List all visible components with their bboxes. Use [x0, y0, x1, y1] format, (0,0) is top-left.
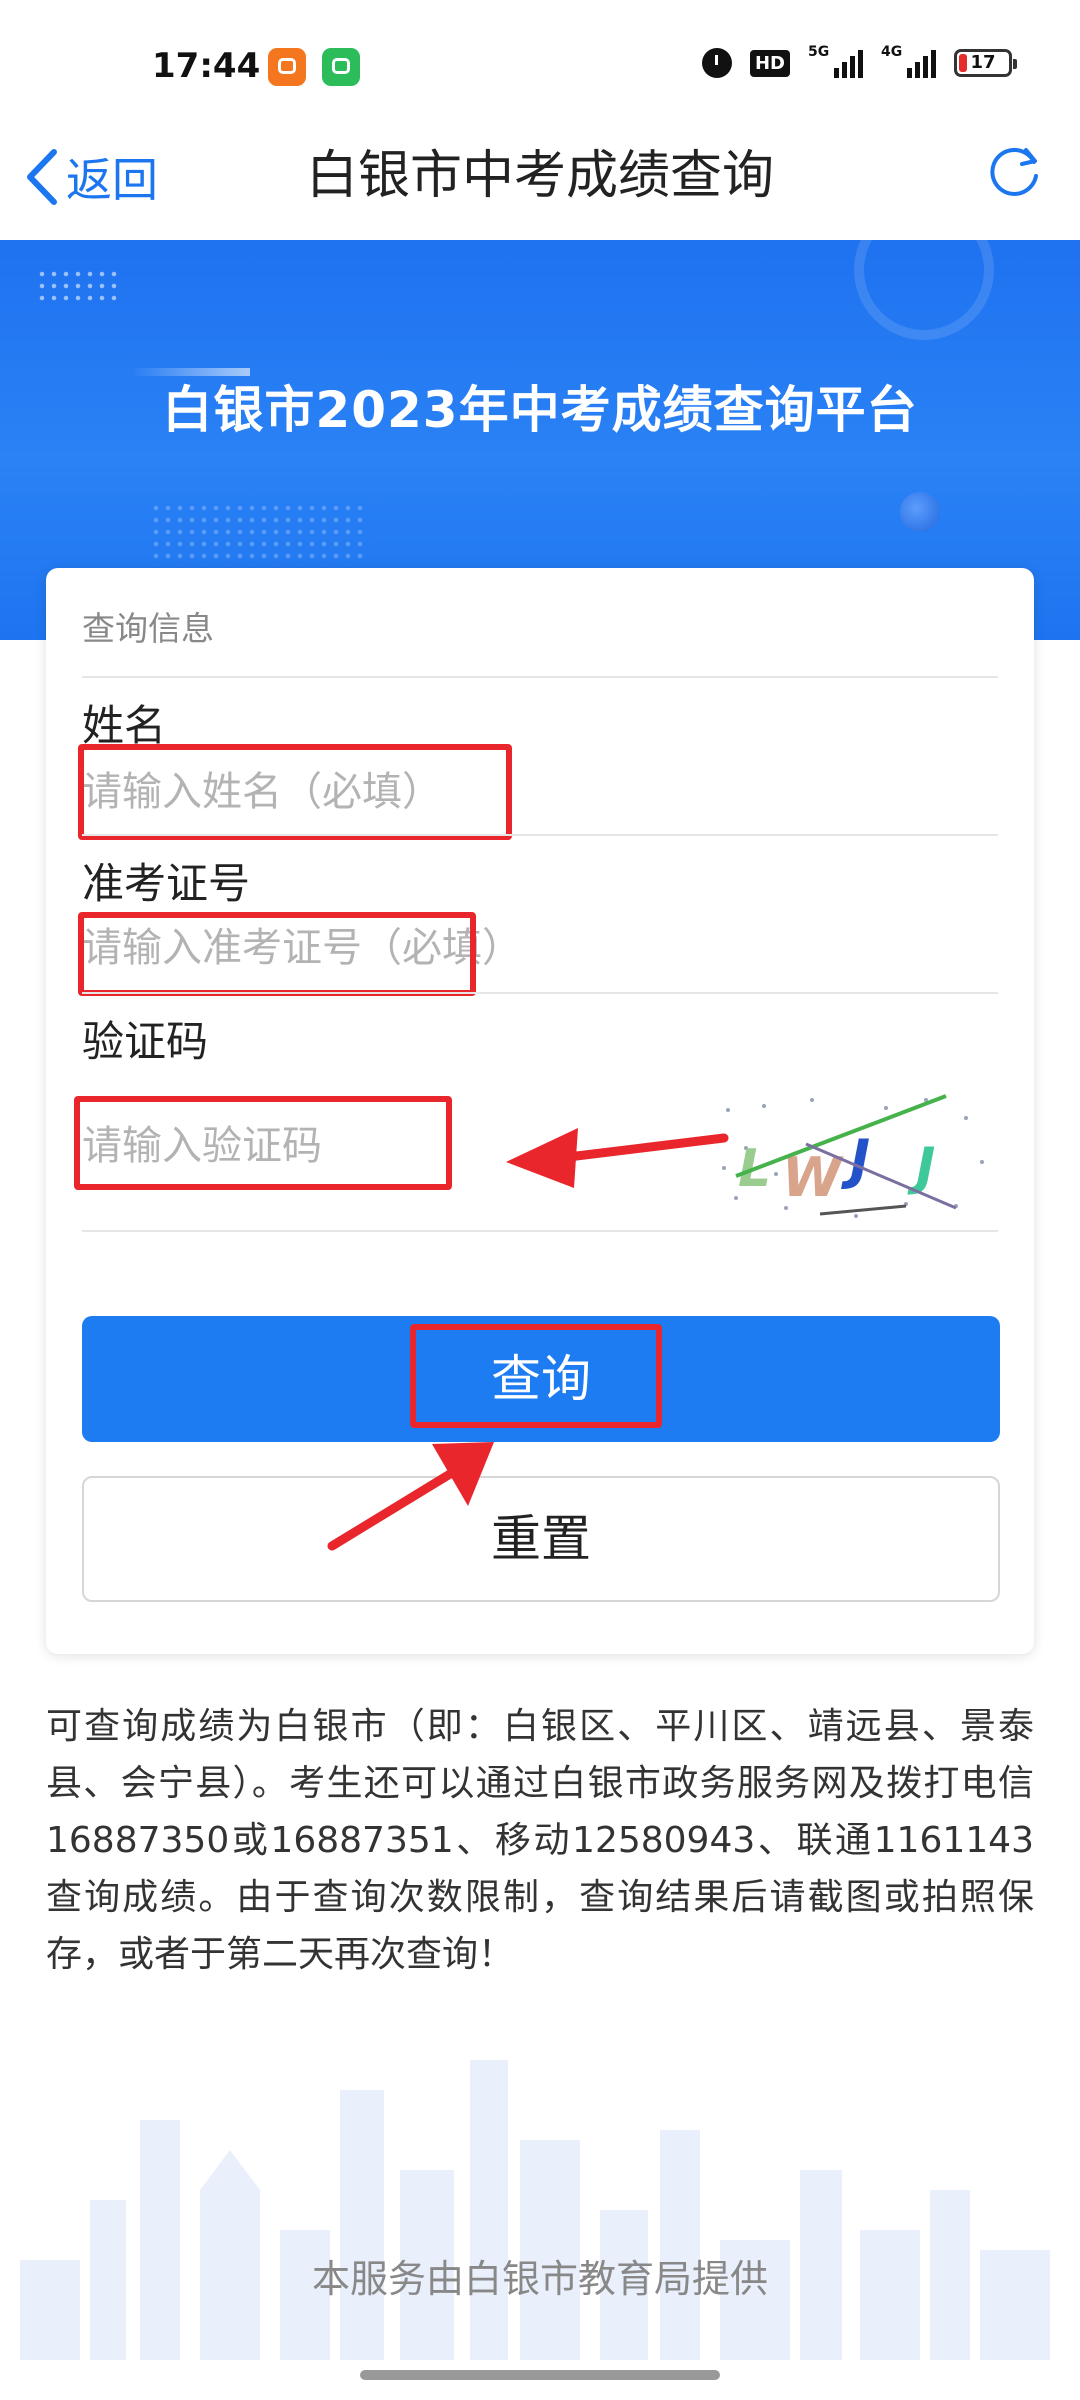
annotation-box — [78, 744, 512, 840]
nav-bar: 白银市中考成绩查询 返回 — [0, 130, 1080, 240]
captcha-label: 验证码 — [82, 1017, 209, 1066]
divider — [82, 992, 998, 994]
divider — [82, 1230, 998, 1232]
back-label: 返回 — [66, 153, 158, 207]
banner-decoration — [854, 240, 994, 340]
page-title: 白银市中考成绩查询 — [305, 146, 774, 206]
alarm-icon — [701, 48, 732, 78]
battery-level: 17 — [970, 52, 996, 73]
description-text: 可查询成绩为白银市（即：白银区、平川区、靖远县、景泰县、会宁县）。考生还可以通过… — [46, 1706, 1034, 1975]
annotation-box — [78, 912, 476, 996]
refresh-icon — [990, 147, 1038, 196]
annotation-box — [410, 1324, 662, 1428]
reset-button[interactable]: 重置 — [82, 1476, 1000, 1602]
message-app-icon — [322, 48, 360, 86]
banner-decoration — [36, 268, 120, 304]
banner-title: 白银市2023年中考成绩查询平台 — [162, 381, 918, 439]
status-bar: 17:44 HD 5G 4G 17 — [0, 0, 1080, 130]
ticket-label: 准考证号 — [82, 859, 251, 908]
status-indicators: HD 5G 4G 17 — [701, 44, 1017, 78]
footer-text: 本服务由白银市教育局提供 — [311, 2257, 768, 2301]
divider — [82, 676, 998, 678]
captcha-image[interactable]: L W J J — [716, 1088, 996, 1228]
banner-decoration — [150, 502, 370, 566]
notification-app-icon — [268, 48, 306, 86]
status-time: 17:44 — [152, 46, 261, 86]
hd-icon: HD — [749, 49, 790, 77]
refresh-button[interactable] — [986, 140, 1042, 204]
divider — [82, 834, 998, 836]
signal-5g-icon: 5G — [808, 44, 863, 78]
annotation-box — [74, 1096, 452, 1190]
captcha-graphic: L W J J — [722, 1094, 984, 1218]
back-button[interactable]: 返回 — [24, 142, 158, 212]
query-form-card: 查询信息 姓名 准考证号 验证码 L W J J 查询 重置 — [46, 568, 1034, 1654]
section-title: 查询信息 — [82, 609, 214, 648]
chevron-left-icon — [27, 149, 57, 205]
banner-decoration — [900, 492, 940, 532]
signal-4g-icon: 4G — [881, 44, 936, 78]
home-indicator[interactable] — [360, 2370, 720, 2380]
battery-icon: 17 — [954, 49, 1017, 77]
city-skyline-illustration — [20, 2060, 1050, 2360]
